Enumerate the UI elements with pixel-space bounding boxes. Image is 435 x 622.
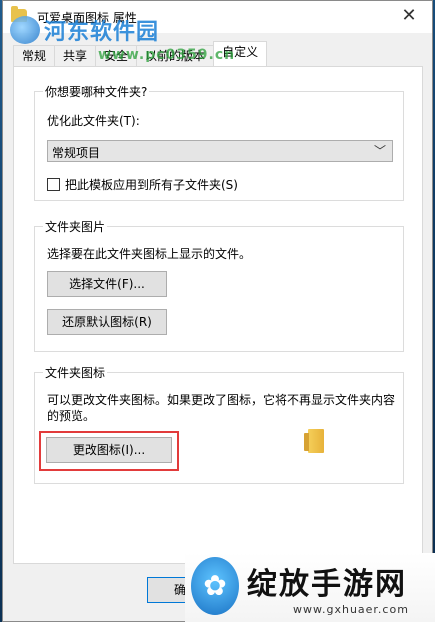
folder-preview-icon (304, 429, 324, 453)
tab-general[interactable]: 常规 (13, 45, 56, 67)
promo-banner: ✿ 绽放手游网 www.gxhuaer.com (185, 553, 435, 622)
optimize-select[interactable]: 常规项目 ﹀ (47, 140, 393, 162)
watermark-url: www.pc0359.cn (98, 47, 236, 63)
folder-type-group: 你想要哪种文件夹? 优化此文件夹(T): 常规项目 ﹀ 把此模板应用到所有子文件… (34, 83, 404, 201)
tab-sharing[interactable]: 共享 (54, 45, 97, 67)
highlight-box (39, 431, 179, 471)
promo-logo-icon: ✿ (191, 557, 239, 615)
watermark-site-name: 河东软件园 (44, 20, 160, 45)
watermark: 河东软件园 (10, 14, 159, 46)
folder-picture-description: 选择要在此文件夹图标上显示的文件。 (47, 247, 252, 261)
promo-url: www.gxhuaer.com (293, 603, 409, 616)
customize-panel: 你想要哪种文件夹? 优化此文件夹(T): 常规项目 ﹀ 把此模板应用到所有子文件… (13, 66, 423, 564)
folder-picture-group: 文件夹图片 选择要在此文件夹图标上显示的文件。 选择文件(F)... 还原默认图… (34, 218, 404, 352)
properties-window: 可爱桌面图标 属性 ✕ 常规 共享 安全 以前的版本 自定义 你想要哪种文件夹?… (2, 0, 433, 622)
folder-type-group-title: 你想要哪种文件夹? (43, 83, 150, 100)
apply-subfolders-label: 把此模板应用到所有子文件夹(S) (65, 178, 238, 192)
optimize-label: 优化此文件夹(T): (47, 114, 140, 128)
watermark-logo-icon (10, 16, 40, 44)
optimize-select-value: 常规项目 (52, 146, 101, 160)
folder-icon-description-line2: 的预览。 (47, 409, 96, 423)
close-icon[interactable]: ✕ (396, 4, 422, 28)
folder-icon-group-title: 文件夹图标 (43, 364, 108, 381)
folder-icon-description-line1: 可以更改文件夹图标。如果更改了图标，它将不再显示文件夹内容 (47, 393, 396, 407)
restore-default-icon-button[interactable]: 还原默认图标(R) (47, 309, 167, 335)
apply-subfolders-checkbox[interactable] (47, 178, 60, 191)
chevron-down-icon: ﹀ (373, 144, 386, 158)
promo-title: 绽放手游网 (247, 567, 407, 602)
choose-file-button[interactable]: 选择文件(F)... (47, 271, 167, 297)
folder-picture-group-title: 文件夹图片 (43, 218, 108, 235)
apply-subfolders-row[interactable]: 把此模板应用到所有子文件夹(S) (47, 176, 238, 193)
